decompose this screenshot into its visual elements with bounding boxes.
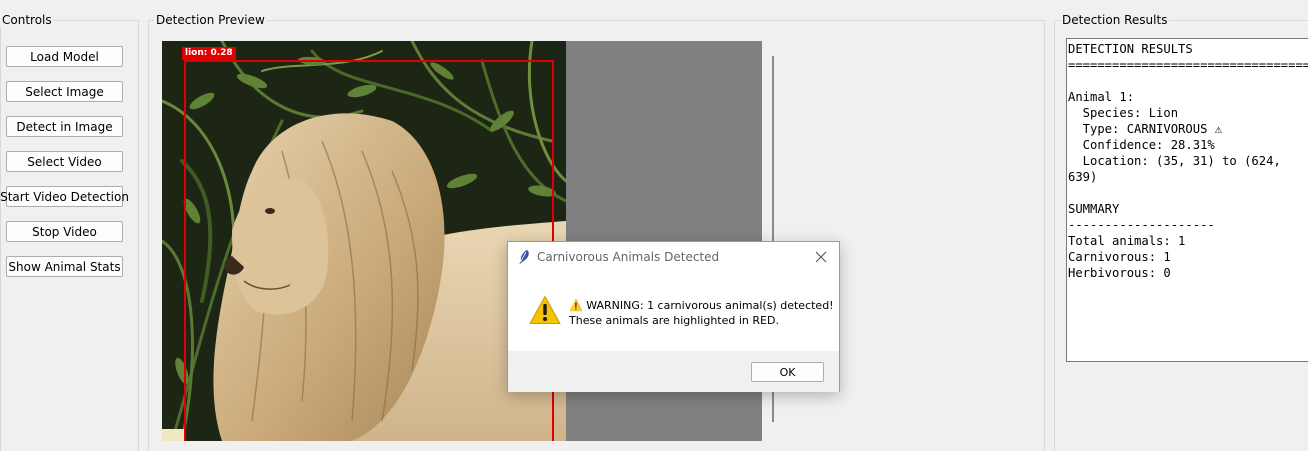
show-animal-stats-button[interactable]: Show Animal Stats (6, 256, 123, 277)
carnivore-warning-dialog: Carnivorous Animals Detected ⚠️ WARNING:… (507, 241, 840, 392)
dialog-message: ⚠️ WARNING: 1 carnivorous animal(s) dete… (569, 298, 834, 328)
load-model-button[interactable]: Load Model (6, 46, 123, 67)
warning-icon (529, 296, 561, 324)
select-video-button[interactable]: Select Video (6, 151, 123, 172)
select-image-button[interactable]: Select Image (6, 81, 123, 102)
dialog-footer: OK (508, 351, 839, 392)
results-text: DETECTION RESULTS ======================… (1068, 42, 1308, 280)
detect-in-image-button[interactable]: Detect in Image (6, 116, 123, 137)
close-icon[interactable] (811, 247, 831, 267)
detection-preview-title: Detection Preview (154, 13, 267, 27)
results-textbox[interactable]: DETECTION RESULTS ======================… (1066, 38, 1308, 362)
start-video-detection-button[interactable]: Start Video Detection (0, 186, 129, 207)
ok-button[interactable]: OK (751, 362, 824, 382)
dialog-body: ⚠️ WARNING: 1 carnivorous animal(s) dete… (508, 273, 839, 351)
dialog-message-line1: ⚠️ WARNING: 1 carnivorous animal(s) dete… (569, 299, 834, 312)
feather-icon (519, 250, 529, 264)
dialog-message-line2: These animals are highlighted in RED. (569, 314, 779, 327)
dialog-title: Carnivorous Animals Detected (537, 250, 720, 264)
controls-title: Controls (0, 13, 54, 27)
detection-label: lion: 0.28 (182, 47, 236, 60)
dialog-titlebar: Carnivorous Animals Detected (508, 242, 839, 273)
detection-results-title: Detection Results (1060, 13, 1170, 27)
detection-bounding-box (184, 60, 554, 441)
stop-video-button[interactable]: Stop Video (6, 221, 123, 242)
